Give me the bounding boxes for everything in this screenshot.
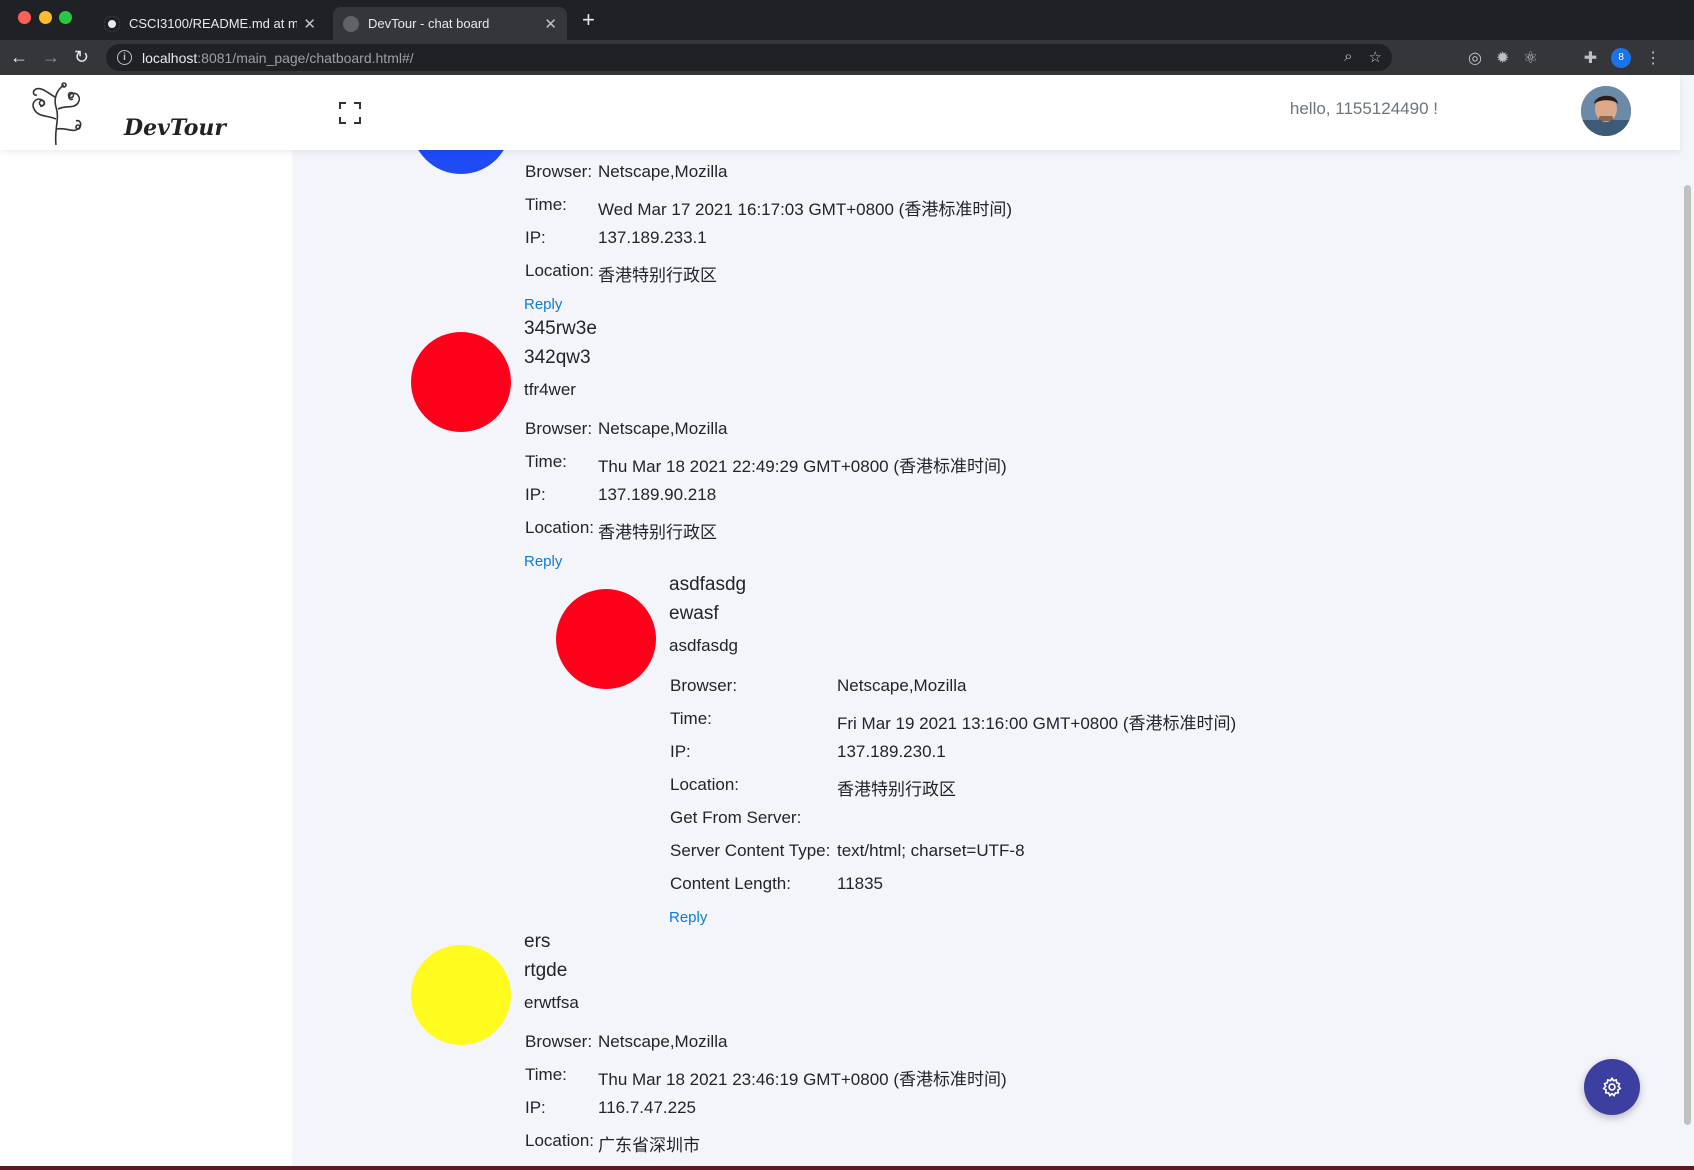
browser-menu-icon[interactable]: ⋮ <box>1645 48 1661 68</box>
zoom-window-button[interactable] <box>59 11 72 24</box>
close-window-button[interactable] <box>18 11 31 24</box>
comment-text: erwtfsa <box>524 993 579 1012</box>
comment-avatar <box>411 150 511 174</box>
reply-link[interactable]: Reply <box>524 296 562 313</box>
comment-title: 342qw3 <box>524 347 591 368</box>
meta-location: Location: 香港特别行政区 <box>525 261 717 285</box>
meta-content-length: Content Length: 11835 <box>670 874 884 893</box>
comment-avatar <box>411 332 511 432</box>
browser-tab-github[interactable]: CSCI3100/README.md at mas ✕ <box>94 7 326 40</box>
browser-toolbar: ← → ↻ i localhost:8081/main_page/chatboa… <box>0 40 1694 75</box>
meta-ip: IP: 137.189.230.1 <box>670 742 946 761</box>
devtour-logo[interactable]: DevTour <box>26 79 226 147</box>
extensions-puzzle-icon[interactable]: ✚ <box>1584 48 1597 68</box>
top-header: DevTour hello, 1155124490 ! <box>0 75 1680 150</box>
zoom-icon[interactable]: ⌕ <box>1344 48 1352 66</box>
comment-author: 345rw3e <box>524 318 597 339</box>
comment-title: ewasf <box>669 603 719 624</box>
scrollbar-thumb[interactable] <box>1684 185 1691 1125</box>
browser-tab-devtour[interactable]: DevTour - chat board ✕ <box>333 7 567 40</box>
meta-time: Time: Thu Mar 18 2021 22:49:29 GMT+0800 (… <box>525 452 1007 476</box>
meta-ip: IP: 137.189.90.218 <box>525 485 717 504</box>
meta-ip: IP: 137.189.233.1 <box>525 228 707 247</box>
profile-avatar[interactable]: 8 <box>1611 48 1632 68</box>
settings-fab-button[interactable] <box>1584 1059 1640 1115</box>
url-host: localhost <box>142 49 198 66</box>
window-bottom-edge <box>0 1166 1694 1170</box>
browser-tab-bar: CSCI3100/README.md at mas ✕ DevTour - ch… <box>0 0 1694 40</box>
meta-browser: Browser: Netscape,Mozilla <box>670 676 967 695</box>
user-avatar[interactable] <box>1581 86 1631 136</box>
meta-time: Time: Thu Mar 18 2021 23:46:19 GMT+0800 (… <box>525 1065 1007 1089</box>
greeting-text: hello, 1155124490 ! <box>1289 99 1438 118</box>
meta-ip: IP: 116.7.47.225 <box>525 1098 696 1117</box>
meta-time: Time: Fri Mar 19 2021 13:16:00 GMT+0800 (… <box>670 709 1237 733</box>
bookmark-star-icon[interactable]: ☆ <box>1369 48 1382 66</box>
comment-text: tfr4wer <box>524 380 576 399</box>
fullscreen-icon[interactable] <box>338 101 362 125</box>
meta-browser: Browser: Netscape,Mozilla <box>525 1032 728 1051</box>
meta-browser: Browser: Netscape,Mozilla <box>525 419 728 438</box>
chat-board: Browser: Netscape,Mozilla Time: Wed Mar 17… <box>292 150 1680 1170</box>
gear-icon <box>1602 1076 1622 1097</box>
extension-icon-2[interactable]: ✹ <box>1496 48 1509 68</box>
tab-title: DevTour - chat board <box>368 16 490 31</box>
sidebar <box>0 75 292 1170</box>
address-bar[interactable]: i localhost:8081/main_page/chatboard.htm… <box>106 44 1392 71</box>
back-arrow-icon[interactable]: ← <box>10 45 28 69</box>
minimize-window-button[interactable] <box>39 11 52 24</box>
meta-location: Location: 香港特别行政区 <box>670 775 956 799</box>
reload-icon[interactable]: ↻ <box>74 45 89 69</box>
user-photo <box>1581 86 1631 136</box>
info-icon[interactable]: i <box>117 50 132 65</box>
forward-arrow-icon[interactable]: → <box>42 45 60 69</box>
comment-avatar <box>556 589 656 689</box>
new-tab-button[interactable]: + <box>582 7 595 33</box>
close-tab-icon[interactable]: ✕ <box>303 15 316 33</box>
meta-browser: Browser: Netscape,Mozilla <box>525 162 728 181</box>
comment-author: ers <box>524 931 551 952</box>
meta-content-type: Server Content Type: text/html; charset=U… <box>670 841 1025 860</box>
close-tab-icon[interactable]: ✕ <box>544 15 557 33</box>
extension-icon-1[interactable]: ◎ <box>1468 48 1482 68</box>
tab-title: CSCI3100/README.md at mas <box>129 16 298 31</box>
meta-get-from-server: Get From Server: <box>670 808 802 827</box>
meta-location: Location: 广东省深圳市 <box>525 1131 700 1155</box>
meta-location: Location: 香港特别行政区 <box>525 518 717 542</box>
comment-avatar <box>411 945 511 1045</box>
comment-text: asdfasdg <box>669 636 738 655</box>
logo-text: DevTour <box>124 115 226 141</box>
comment-author: asdfasdg <box>669 574 747 595</box>
comment-title: rtgde <box>524 960 568 981</box>
reply-link[interactable]: Reply <box>524 553 562 570</box>
url-path: :8081/main_page/chatboard.html#/ <box>197 49 414 66</box>
meta-time: Time: Wed Mar 17 2021 16:17:03 GMT+0800 (… <box>525 195 1013 219</box>
globe-icon <box>343 15 359 32</box>
reply-link[interactable]: Reply <box>669 909 707 926</box>
github-icon <box>104 15 120 32</box>
react-devtools-icon[interactable]: ⚛ <box>1523 48 1537 68</box>
flourish-logo-icon <box>32 82 82 146</box>
